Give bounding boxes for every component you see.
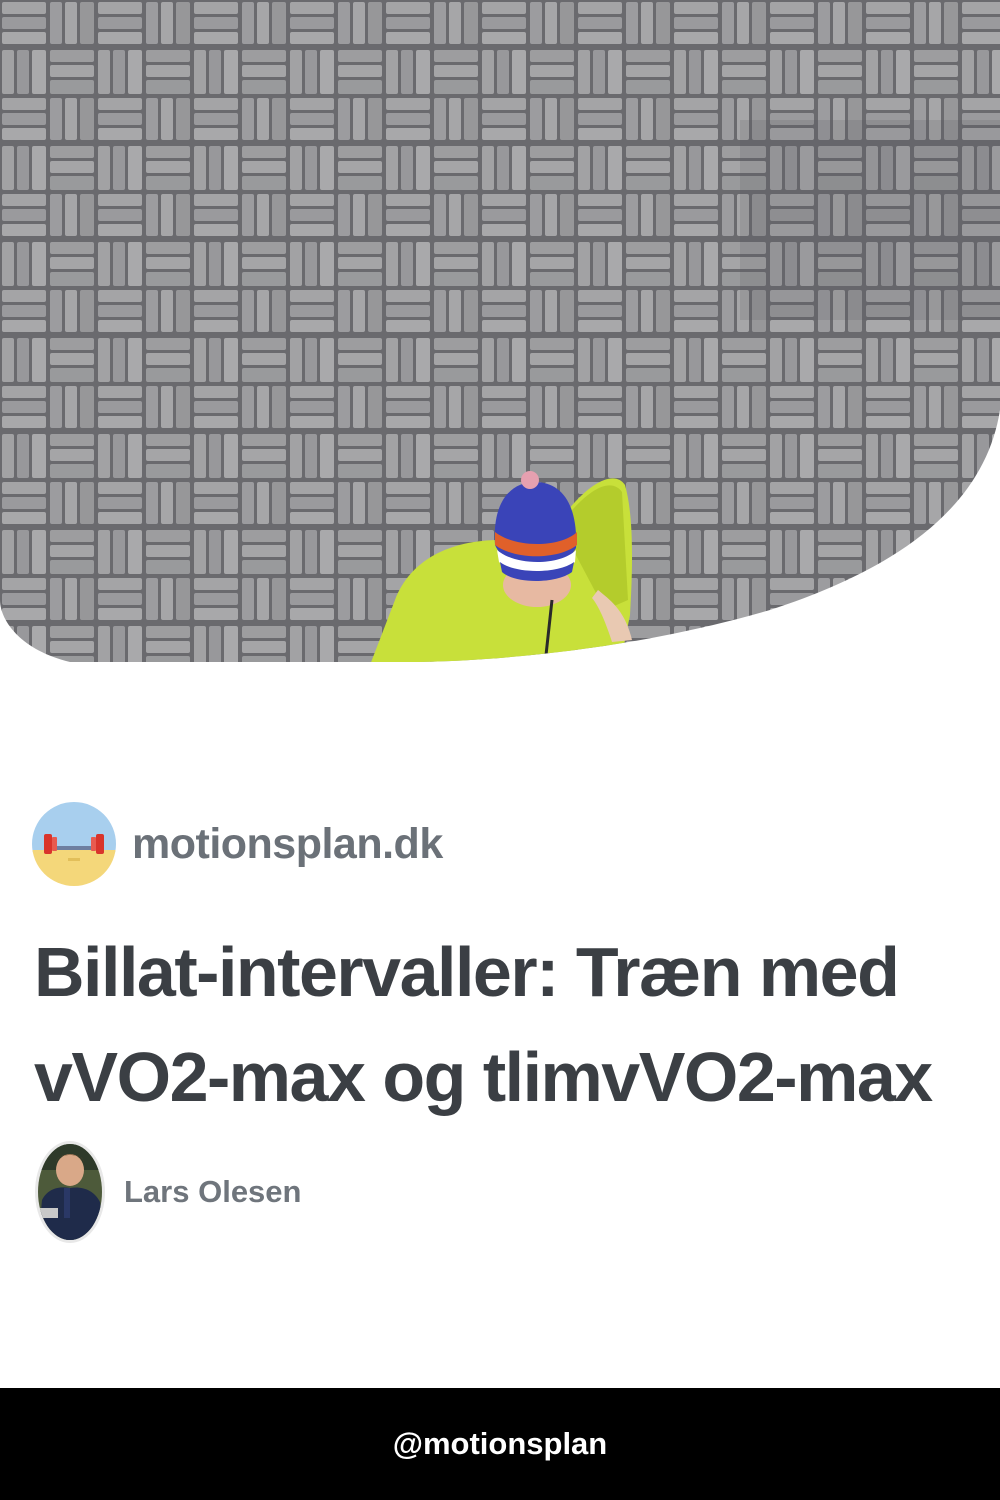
footer-bar: @motionsplan [0,1388,1000,1500]
site-header[interactable]: motionsplan.dk [32,802,443,886]
site-name: motionsplan.dk [132,819,443,868]
article-title[interactable]: Billat-intervaller: Træn med vVO2-max og… [34,920,954,1130]
author-name: Lars Olesen [124,1174,302,1209]
author-byline[interactable]: Lars Olesen [34,1140,301,1244]
author-avatar [35,1141,105,1243]
hero-photo [0,0,1000,662]
dumbbell-on-beach-icon [32,802,116,886]
hero-image [0,0,1000,665]
social-handle[interactable]: @motionsplan [393,1426,608,1462]
